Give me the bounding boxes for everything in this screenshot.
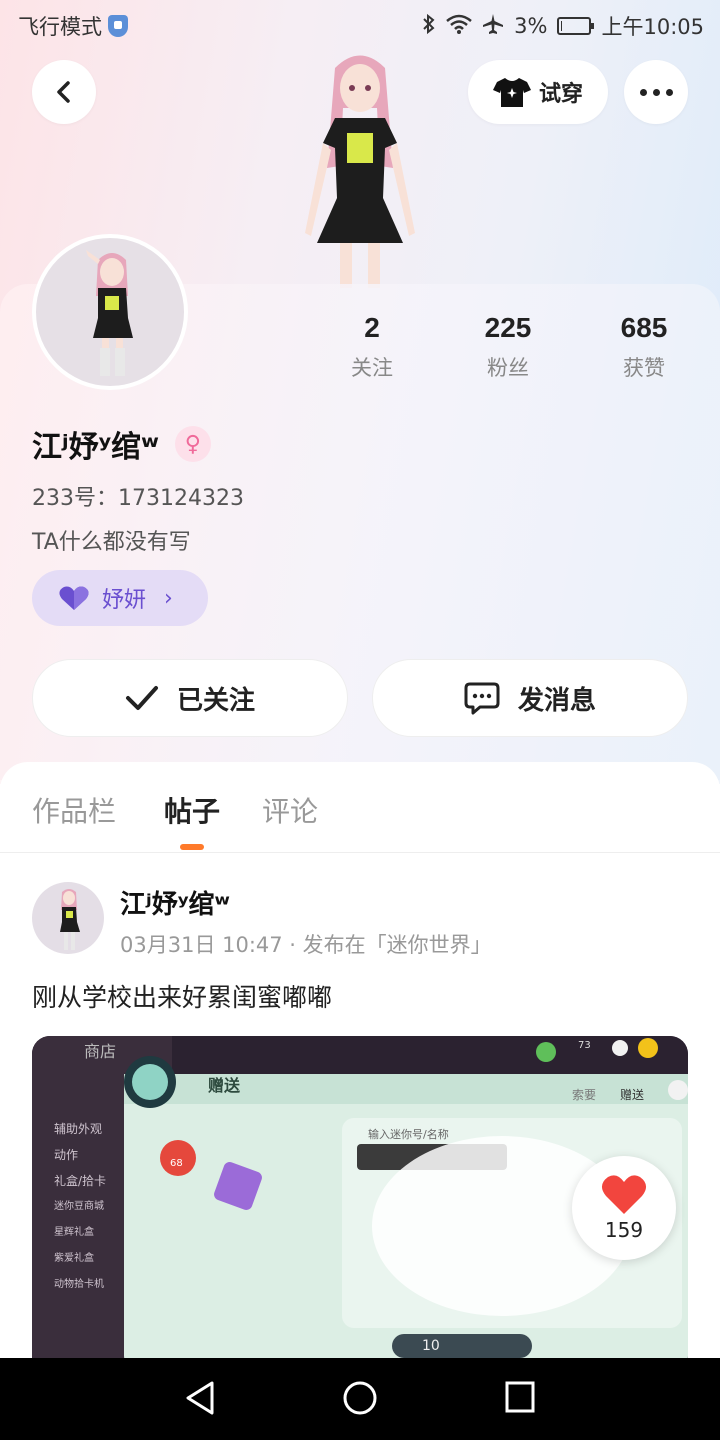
profile-avatar[interactable] [32, 234, 188, 390]
shop-label: 商店 [84, 1042, 117, 1061]
wifi-icon [446, 14, 472, 39]
side-menu-item: 紫爱礼盒 [54, 1253, 94, 1264]
stat-following[interactable]: 2 关注 [312, 312, 432, 382]
gift-dialog-title: 赠送 [208, 1076, 241, 1095]
side-menu: 辅助外观 动作 礼盒/拾卡 迷你豆商城 星辉礼盒 紫爱礼盒 动物拾卡机 [54, 1116, 154, 1298]
back-button[interactable] [32, 60, 96, 124]
relationship-tag-label: 妤妍 [102, 588, 147, 613]
side-menu-item: 礼盒/拾卡 [54, 1174, 107, 1188]
tab-works[interactable]: 作品栏 [32, 790, 116, 830]
stat-followers-label: 粉丝 [487, 356, 529, 380]
stat-followers-count: 225 [484, 312, 532, 343]
check-icon [125, 686, 158, 710]
post-meta: 03月31日 10:47 · 发布在「迷你世界」 [120, 933, 492, 957]
profile-name: 江ʲ妤ʸ绾ʷ [32, 430, 159, 465]
gift-price-tag: 68 [170, 1158, 183, 1169]
chevron-left-icon [57, 81, 70, 103]
back-triangle-icon[interactable] [184, 1380, 216, 1416]
character-figure [285, 48, 435, 288]
try-on-label: 试穿 [538, 82, 583, 107]
stat-following-label: 关注 [351, 356, 393, 380]
side-menu-item: 迷你豆商城 [54, 1201, 104, 1212]
system-navigation-bar [0, 1358, 720, 1440]
stat-likes-label: 获赞 [623, 356, 665, 380]
bluetooth-icon [422, 13, 436, 40]
side-menu-item: 动物拾卡机 [54, 1279, 104, 1290]
tab-posts[interactable]: 帖子 [164, 790, 220, 830]
content-tabs: 作品栏 帖子 评论 [0, 762, 720, 853]
like-count: 159 [604, 1218, 644, 1242]
quantity-value: 10 [422, 1338, 440, 1354]
stat-likes[interactable]: 685 获赞 [584, 312, 704, 382]
post-author-avatar[interactable] [32, 882, 104, 954]
battery-icon [557, 17, 595, 35]
tshirt-icon [492, 78, 531, 107]
profile-name-row: 江ʲ妤ʸ绾ʷ ♀ [32, 422, 211, 466]
status-bar: 飞行模式 3% 上午10:05 [0, 0, 720, 50]
post-text[interactable]: 刚从学校出来好累闺蜜嘟嘟 [32, 978, 332, 1014]
send-message-button[interactable]: 发消息 [372, 659, 688, 737]
more-icon [637, 88, 676, 96]
shield-icon [108, 15, 128, 37]
profile-uid: 233号：173124323 [32, 486, 244, 511]
more-options-button[interactable] [624, 60, 688, 124]
post-author-name[interactable]: 江ʲ妤ʸ绾ʷ [120, 884, 230, 921]
chevron-right-icon: › [164, 585, 173, 611]
side-menu-item: 星辉礼盒 [54, 1227, 94, 1238]
relationship-tag-button[interactable]: 妤妍 › [32, 570, 208, 626]
clock: 上午10:05 [601, 15, 704, 39]
like-button[interactable]: 159 [572, 1156, 676, 1260]
tab-comments[interactable]: 评论 [262, 790, 318, 830]
try-on-button[interactable]: 试穿 [468, 60, 608, 124]
side-menu-item: 辅助外观 [54, 1122, 103, 1136]
airplane-mode-label: 飞行模式 [18, 15, 102, 39]
following-button[interactable]: 已关注 [32, 659, 348, 737]
ask-label: 索要 [572, 1088, 597, 1102]
home-circle-icon[interactable] [342, 1380, 378, 1416]
airplane-icon [482, 13, 504, 40]
coin-count: 73 [578, 1040, 591, 1051]
profile-bio: TA什么都没有写 [32, 530, 191, 555]
active-tab-indicator [180, 844, 204, 850]
stat-likes-count: 685 [620, 312, 668, 343]
battery-percent: 3% [514, 14, 548, 38]
gift-label: 赠送 [620, 1088, 645, 1102]
send-message-label: 发消息 [517, 685, 596, 716]
female-gender-icon: ♀ [174, 426, 211, 462]
stat-following-count: 2 [364, 312, 380, 343]
chat-bubble-icon [464, 682, 500, 715]
recents-square-icon[interactable] [504, 1380, 536, 1414]
following-label: 已关注 [176, 685, 255, 716]
heart-icon [601, 1175, 647, 1214]
stat-followers[interactable]: 225 粉丝 [448, 312, 568, 382]
heart-icon [59, 586, 89, 610]
side-menu-item: 动作 [54, 1148, 79, 1162]
